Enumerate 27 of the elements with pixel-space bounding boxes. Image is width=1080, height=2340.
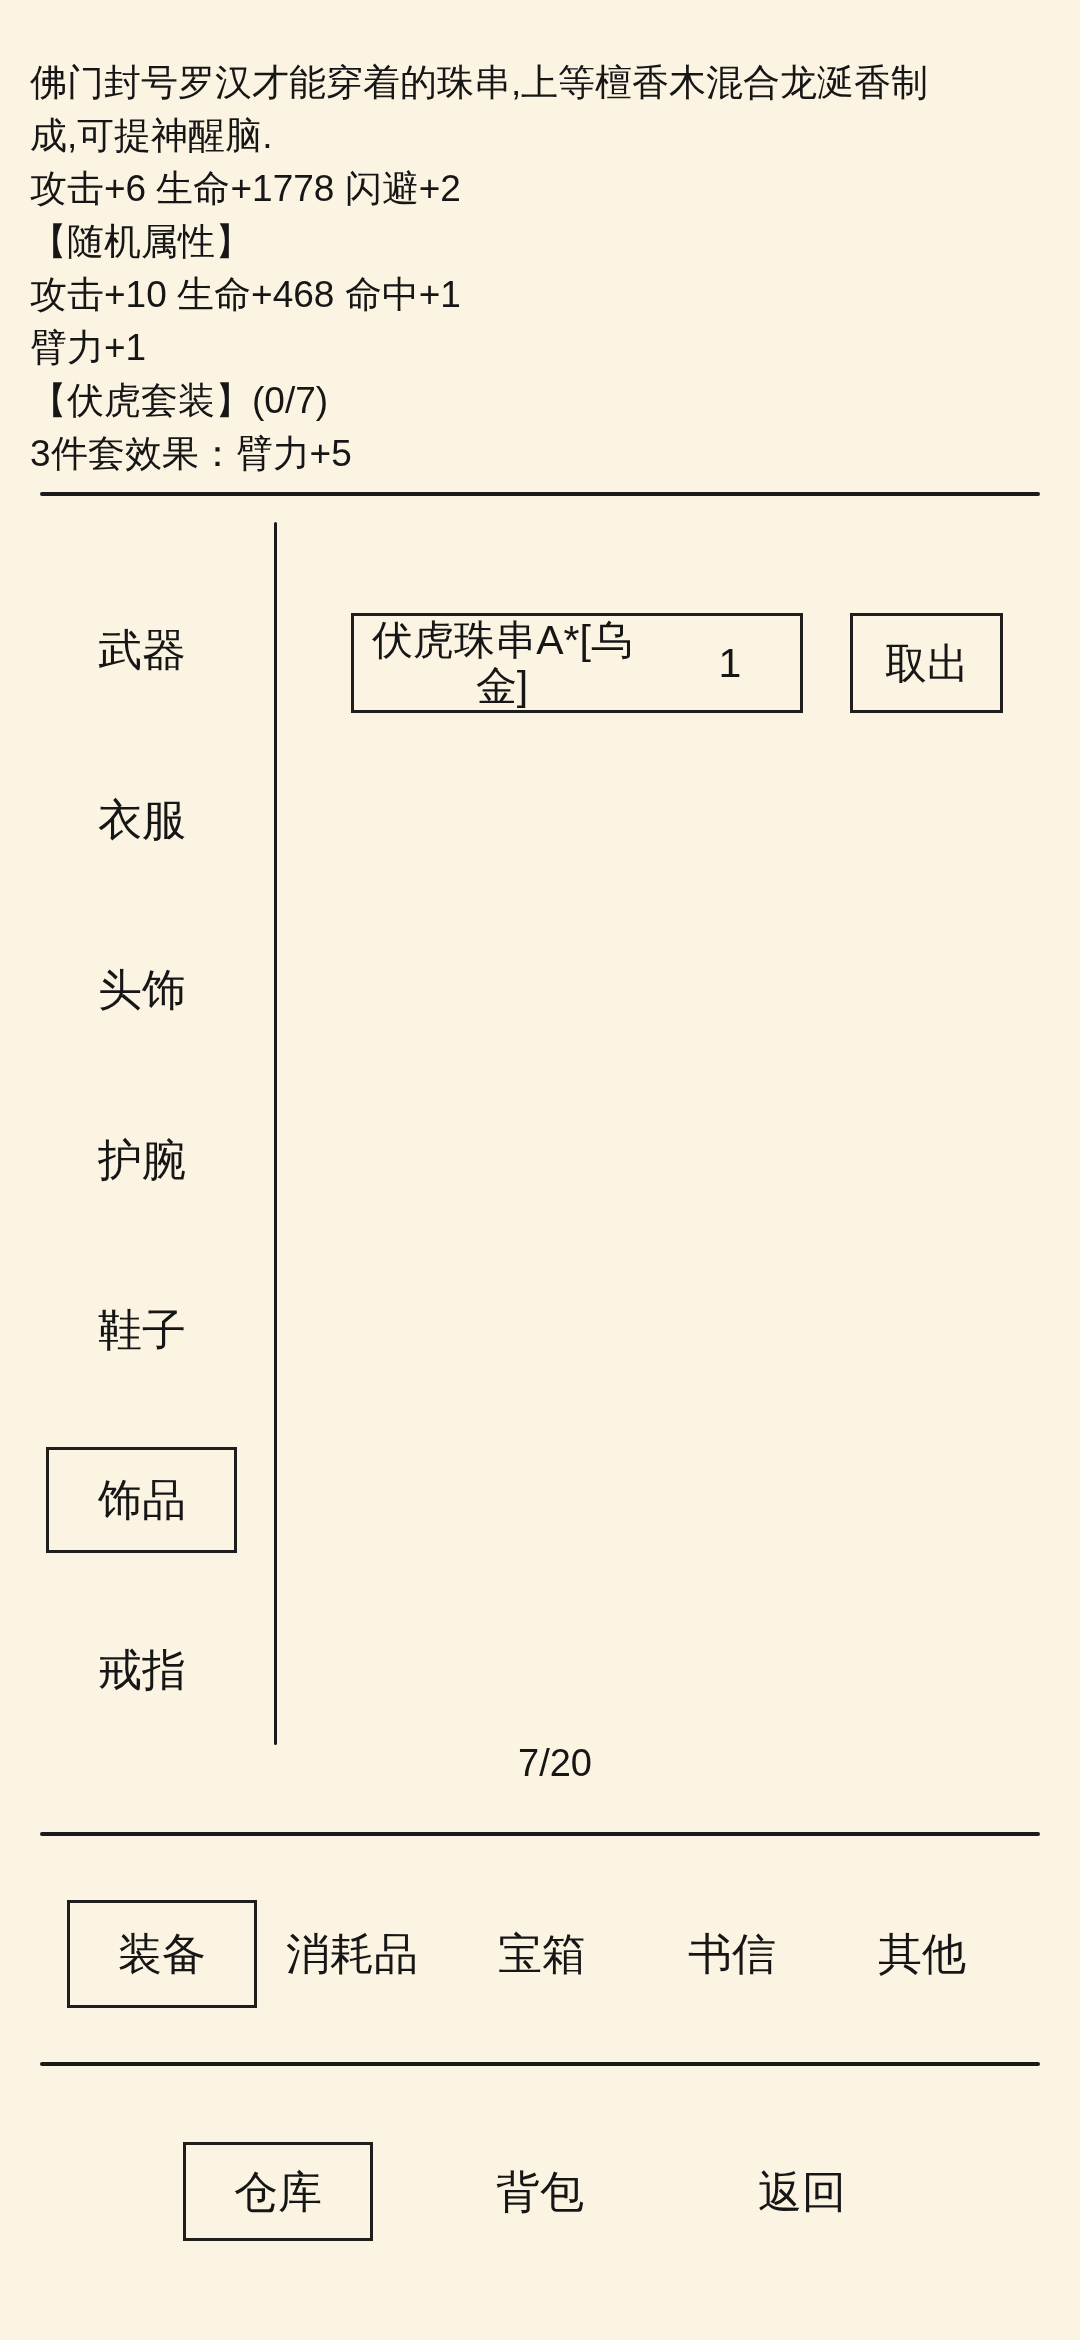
item-stat-line: 3件套效果：臂力+5	[30, 432, 352, 476]
category-tab[interactable]: 衣服	[46, 767, 237, 873]
category-tab[interactable]: 武器	[46, 597, 237, 703]
item-stat-line: 攻击+6 生命+1778 闪避+2	[30, 167, 461, 211]
item-stat-line: 【随机属性】	[30, 220, 252, 264]
item-stat-line: 【伏虎套装】(0/7)	[30, 379, 329, 423]
item-stat-line: 攻击+10 生命+468 命中+1	[30, 273, 461, 317]
item-count: 1	[717, 640, 743, 686]
inventory-tab[interactable]: 其他	[827, 1900, 1017, 2008]
nav-button[interactable]: 仓库	[183, 2142, 373, 2241]
nav-button[interactable]: 返回	[707, 2142, 897, 2241]
item-name: 伏虎珠串A*[乌金]	[371, 617, 633, 709]
inventory-tab[interactable]: 装备	[67, 1900, 257, 2008]
item-slot[interactable]: 伏虎珠串A*[乌金] 1	[351, 613, 803, 713]
category-tab[interactable]: 鞋子	[46, 1277, 237, 1383]
item-stat-line: 臂力+1	[30, 326, 147, 370]
category-tab[interactable]: 戒指	[46, 1617, 237, 1723]
item-description: 佛门封号罗汉才能穿着的珠串,上等檀香木混合龙涎香制成,可提神醒脑.	[30, 61, 930, 158]
page-indicator: 7/20	[518, 1745, 592, 1781]
inventory-tab[interactable]: 书信	[637, 1900, 827, 2008]
nav-button[interactable]: 背包	[445, 2142, 635, 2241]
inventory-tab[interactable]: 消耗品	[257, 1900, 447, 2008]
inventory-tab[interactable]: 宝箱	[447, 1900, 637, 2008]
category-tab[interactable]: 饰品	[46, 1447, 237, 1553]
category-tab[interactable]: 头饰	[46, 937, 237, 1043]
take-out-button[interactable]: 取出	[850, 613, 1003, 713]
category-tab[interactable]: 护腕	[46, 1107, 237, 1213]
